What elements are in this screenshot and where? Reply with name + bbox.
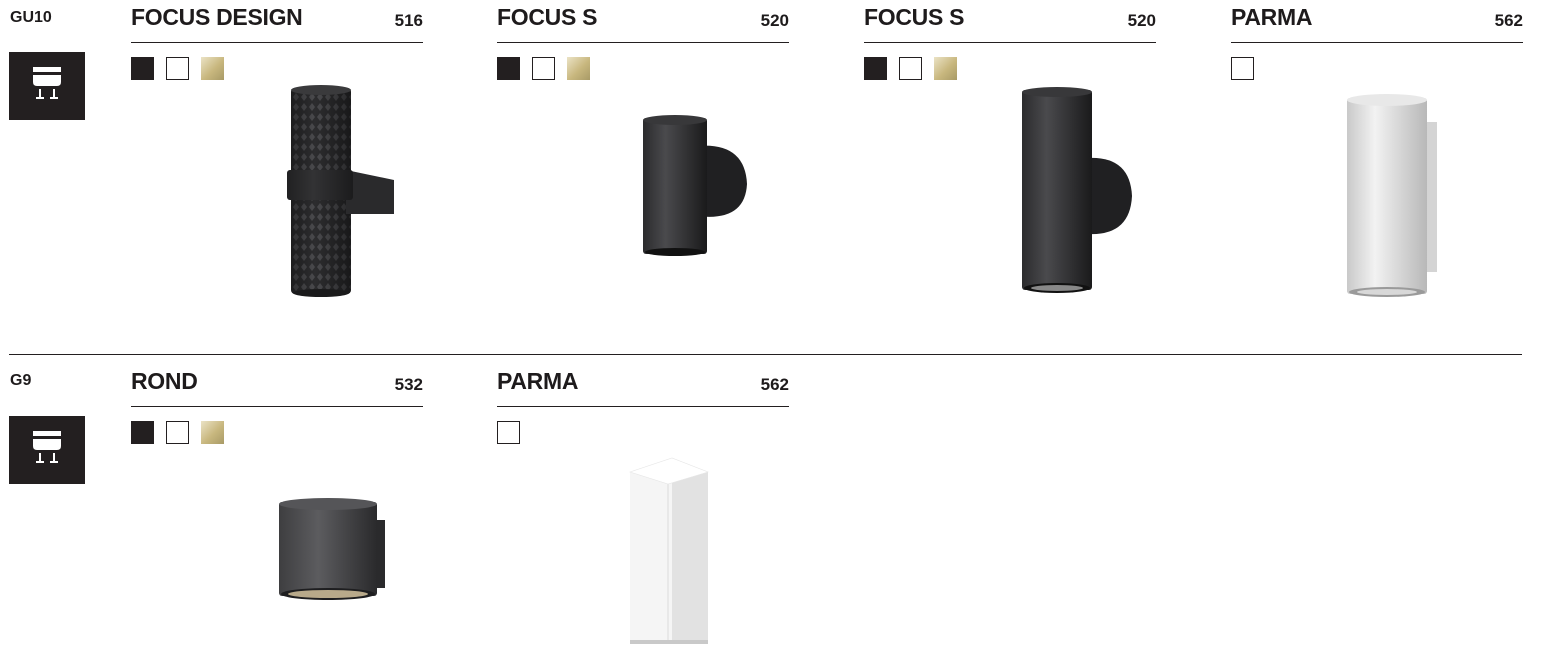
- swatch-white[interactable]: [166, 421, 189, 444]
- product-number: 520: [1127, 11, 1156, 30]
- swatch-white[interactable]: [166, 57, 189, 80]
- product-card-focus-s[interactable]: FOCUS S 520: [497, 4, 789, 304]
- product-card-focus-design[interactable]: FOCUS DESIGN 516: [131, 4, 423, 304]
- product-name: ROND: [131, 368, 198, 394]
- parma-square-lamp-image: [629, 457, 709, 644]
- product-card-parma[interactable]: PARMA 562: [1231, 4, 1523, 304]
- focus-design-lamp-image: [287, 85, 394, 297]
- swatch-black[interactable]: [131, 57, 154, 80]
- swatch-gold[interactable]: [201, 57, 224, 80]
- product-rule: [497, 42, 789, 43]
- swatch-gold[interactable]: [201, 421, 224, 444]
- product-rule: [131, 406, 423, 407]
- swatch-black[interactable]: [864, 57, 887, 80]
- product-card-rond[interactable]: ROND 532: [131, 368, 423, 648]
- swatch-gold[interactable]: [934, 57, 957, 80]
- product-rule: [864, 42, 1156, 43]
- section-divider: [9, 354, 1522, 355]
- parma-round-lamp-image: [1347, 94, 1437, 297]
- socket-label-gu10: GU10: [10, 9, 52, 26]
- rond-lamp-image: [279, 498, 385, 600]
- lamp-socket-icon: [9, 52, 85, 120]
- product-name: FOCUS S: [864, 4, 965, 30]
- product-card-parma-square[interactable]: PARMA 562: [497, 368, 789, 648]
- swatch-white[interactable]: [497, 421, 520, 444]
- swatch-black[interactable]: [131, 421, 154, 444]
- product-rule: [497, 406, 789, 407]
- focus-s-lamp-image: [643, 115, 747, 256]
- product-number: 562: [760, 375, 789, 394]
- focus-s-tall-lamp-image: [1022, 87, 1132, 293]
- swatch-white[interactable]: [532, 57, 555, 80]
- swatch-gold[interactable]: [567, 57, 590, 80]
- product-number: 520: [760, 11, 789, 30]
- product-rule: [1231, 42, 1523, 43]
- product-name: PARMA: [1231, 4, 1313, 30]
- swatch-white[interactable]: [1231, 57, 1254, 80]
- product-number: 516: [394, 11, 423, 30]
- product-card-focus-s-tall[interactable]: FOCUS S 520: [864, 4, 1156, 304]
- product-name: PARMA: [497, 368, 579, 394]
- socket-label-g9: G9: [10, 372, 32, 389]
- product-rule: [131, 42, 423, 43]
- product-number: 532: [394, 375, 423, 394]
- lamp-socket-icon: [9, 416, 85, 484]
- product-number: 562: [1494, 11, 1523, 30]
- product-name: FOCUS S: [497, 4, 598, 30]
- swatch-black[interactable]: [497, 57, 520, 80]
- swatch-white[interactable]: [899, 57, 922, 80]
- product-name: FOCUS DESIGN: [131, 4, 303, 30]
